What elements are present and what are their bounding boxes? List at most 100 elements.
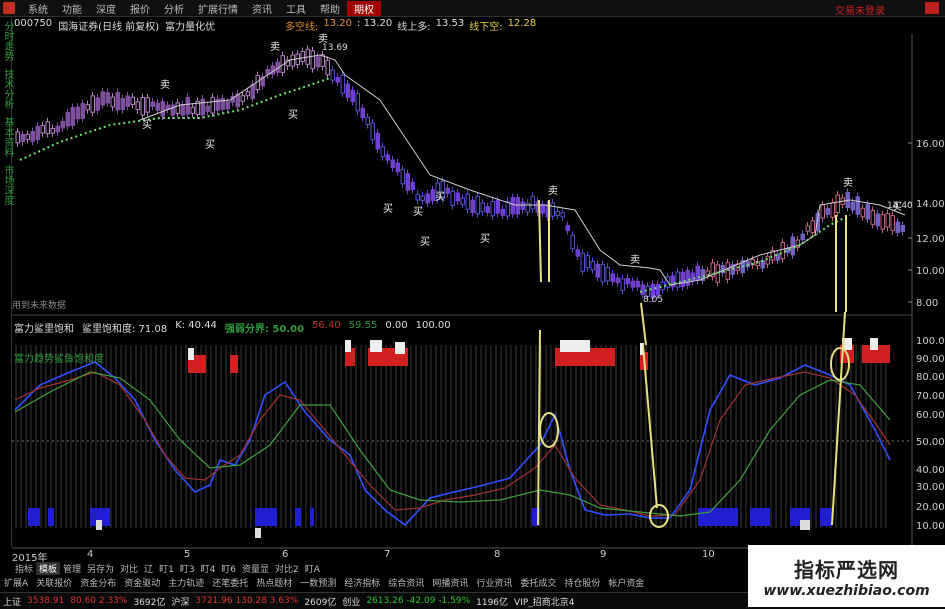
chart-tab[interactable]: 盯6: [218, 562, 239, 575]
extension-tab[interactable]: 综合资讯: [384, 576, 428, 589]
extension-tab[interactable]: 经济指标: [340, 576, 384, 589]
extension-tab[interactable]: 帐户资金: [604, 576, 648, 589]
signal-bar-blue: [698, 508, 738, 526]
candle-body: [20, 133, 25, 143]
candle-body: [660, 281, 665, 291]
candle-body: [95, 97, 100, 111]
candle-body: [675, 271, 680, 288]
extension-tab[interactable]: 委托成交: [516, 576, 560, 589]
osc-v2: 59.55: [348, 320, 378, 331]
chart-tab[interactable]: 模板: [36, 562, 61, 575]
candle-body: [585, 255, 590, 269]
candle-body: [45, 121, 50, 135]
candle-body: [355, 92, 360, 112]
candle-body: [590, 260, 595, 271]
candle-body: [800, 233, 805, 241]
chart-tab[interactable]: 另存为: [84, 562, 117, 575]
candle-body: [410, 181, 415, 191]
price-tick-label: 12.00: [916, 234, 945, 245]
extension-tab[interactable]: 资金驱动: [120, 576, 164, 589]
signal-bar-white: [870, 338, 878, 350]
candle-body: [385, 154, 390, 161]
candle-body: [495, 200, 500, 214]
candle-body: [430, 189, 435, 202]
status-item: 80.60 2.33%: [70, 596, 128, 606]
signal-bar-white: [395, 342, 405, 354]
candle-body: [130, 96, 135, 106]
candle-body: [790, 236, 795, 256]
candle-body: [70, 107, 75, 126]
annotation-circle: [539, 412, 559, 448]
high-price-label: 13.69: [322, 43, 348, 53]
candle-body: [875, 213, 880, 227]
chart-tab[interactable]: 盯A: [302, 562, 323, 575]
extension-tab[interactable]: 还笔委托: [208, 576, 252, 589]
watermark-url: www.xuezhibiao.com: [763, 582, 930, 599]
extension-tab[interactable]: 关联报价: [32, 576, 76, 589]
candle-body: [860, 207, 865, 218]
chart-tab[interactable]: 对比2: [272, 562, 302, 575]
annotation-line: [831, 311, 846, 526]
candle-body: [185, 96, 190, 115]
candle-body: [120, 98, 125, 111]
candle-body: [810, 220, 815, 234]
candle-body: [225, 101, 230, 110]
right-price-label: 14.40: [887, 201, 913, 211]
candle-body: [600, 264, 605, 283]
extension-tab[interactable]: 一数预测: [296, 576, 340, 589]
candle-body: [465, 193, 470, 210]
candle-body: [335, 76, 340, 83]
extension-tab[interactable]: 资金分布: [76, 576, 120, 589]
sell-signal: 卖: [270, 41, 280, 53]
candle-body: [80, 103, 85, 119]
status-item: 沪深: [171, 597, 190, 608]
candle-body: [110, 96, 115, 108]
chart-tab[interactable]: 资量显: [239, 562, 272, 575]
chart-tab-row: 指标 模板 管理 另存为 对比辽盯1 盯3 盯4 盯6 资量显 对比2 盯A: [12, 562, 323, 575]
candle-body: [570, 234, 575, 250]
candle-body: [340, 74, 345, 94]
candle-body: [155, 102, 160, 111]
candle-body: [605, 266, 610, 282]
extension-tab[interactable]: 扩展A: [0, 576, 32, 589]
candle-body: [510, 197, 515, 215]
signal-bar-blue: [255, 508, 277, 526]
chart-tab[interactable]: 盯4: [198, 562, 219, 575]
candle-body: [455, 192, 460, 202]
candle-body: [370, 122, 375, 141]
chart-tab[interactable]: 盯1: [156, 562, 177, 575]
chart-tab[interactable]: 辽: [141, 562, 156, 575]
status-item: 2609亿: [304, 597, 337, 608]
candle-body: [565, 224, 570, 232]
signal-bar-white: [370, 340, 382, 352]
candle-body: [825, 208, 830, 215]
candle-body: [895, 221, 900, 234]
low-price-label: 8.05: [643, 295, 663, 305]
candle-body: [200, 98, 205, 116]
status-item: 创业: [342, 597, 361, 608]
chart-tab[interactable]: 盯3: [177, 562, 198, 575]
extension-tab[interactable]: 网播资讯: [428, 576, 472, 589]
candle-body: [630, 280, 635, 288]
sell-signal: 卖: [160, 79, 170, 91]
extension-tab[interactable]: 行业资讯: [472, 576, 516, 589]
candle-body: [625, 278, 630, 285]
candle-body: [175, 102, 180, 114]
candle-body: [445, 187, 450, 194]
candle-body: [595, 263, 600, 278]
chart-tab[interactable]: 指标: [12, 562, 36, 575]
kline-chart[interactable]: 16.0014.0012.0010.008.00100.0090.0080.00…: [0, 0, 945, 609]
osc-saturation: 鲨里饱和度: 71.08: [82, 324, 168, 335]
candle-body: [100, 91, 105, 106]
price-tick-label: 8.00: [916, 298, 938, 309]
osc-tick-label: 50.00: [916, 437, 945, 448]
chart-tab[interactable]: 对比: [117, 562, 141, 575]
extension-tab[interactable]: 持仓股份: [560, 576, 604, 589]
extension-tab-row: 扩展A 关联报价 资金分布 资金驱动 主力轨迹 还笔委托 热点题材 一数预测 经济指标 综合资讯网…: [0, 576, 648, 589]
chart-tab[interactable]: 管理: [60, 562, 84, 575]
candle-body: [160, 101, 165, 117]
extension-tab[interactable]: 热点题材: [252, 576, 296, 589]
extension-tab[interactable]: 主力轨迹: [164, 576, 208, 589]
candle-body: [855, 196, 860, 215]
candle-body: [580, 252, 585, 272]
